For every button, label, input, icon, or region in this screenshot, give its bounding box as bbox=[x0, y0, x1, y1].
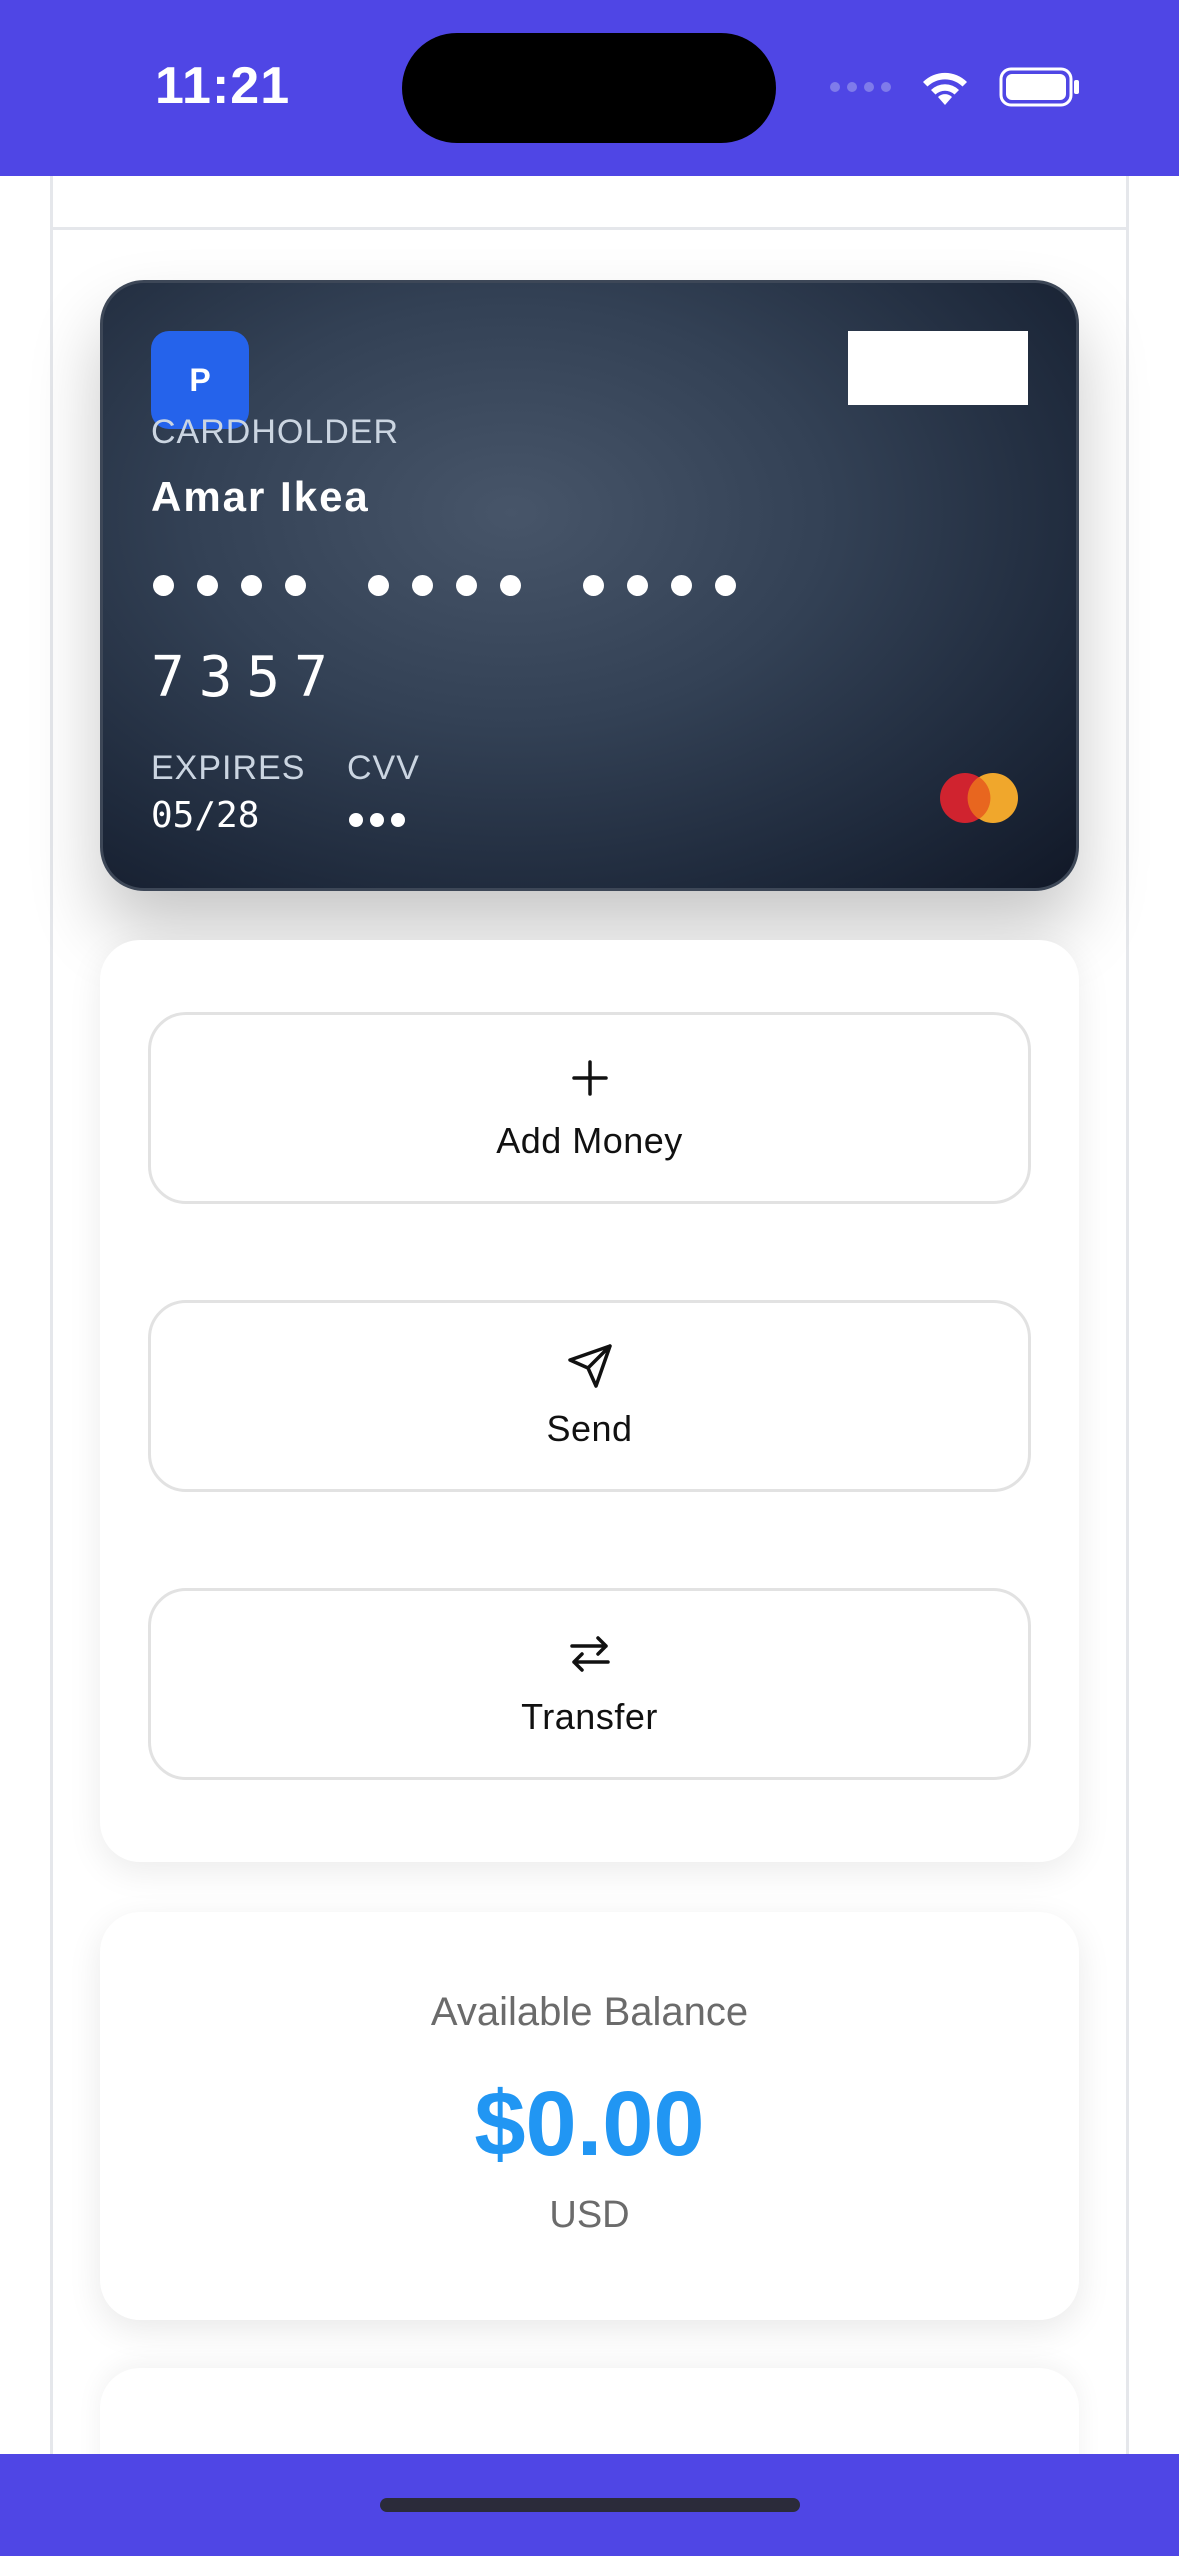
status-icons bbox=[830, 62, 1081, 112]
cardholder-name: Amar Ikea bbox=[151, 473, 370, 520]
add-money-button[interactable]: Add Money bbox=[148, 1012, 1031, 1204]
status-time: 11:21 bbox=[155, 57, 291, 115]
dynamic-island bbox=[402, 33, 776, 143]
send-label: Send bbox=[546, 1408, 633, 1449]
send-icon bbox=[566, 1342, 614, 1390]
cvv-masked bbox=[349, 813, 405, 827]
expires-value: 05/28 bbox=[151, 795, 260, 836]
home-indicator[interactable] bbox=[380, 2498, 800, 2512]
balance-amount: $0.00 bbox=[474, 2073, 705, 2175]
actions-panel: Add Money Send Transfer bbox=[100, 940, 1079, 1862]
transfer-label: Transfer bbox=[521, 1696, 658, 1737]
transfer-icon bbox=[566, 1630, 614, 1678]
card-last4: 7357 bbox=[151, 645, 342, 710]
mastercard-logo bbox=[940, 773, 1018, 823]
transfer-button[interactable]: Transfer bbox=[148, 1588, 1031, 1780]
battery-icon bbox=[999, 67, 1079, 107]
cvv-label: CVV bbox=[347, 749, 420, 787]
wifi-icon bbox=[923, 72, 967, 105]
cellular-signal-icon bbox=[830, 82, 891, 92]
home-indicator-area bbox=[0, 2454, 1179, 2556]
header-divider bbox=[53, 227, 1126, 230]
send-button[interactable]: Send bbox=[148, 1300, 1031, 1492]
balance-currency: USD bbox=[549, 2194, 630, 2236]
cardholder-label: CARDHOLDER bbox=[151, 413, 400, 451]
expires-label: EXPIRES bbox=[151, 749, 306, 787]
plus-icon bbox=[566, 1054, 614, 1102]
status-bar: 11:21 bbox=[0, 0, 1179, 176]
debit-card[interactable]: P CARDHOLDER Amar Ikea 7357 EXPIRES 05/2… bbox=[100, 280, 1079, 891]
balance-card: Available Balance $0.00 USD bbox=[100, 1912, 1079, 2320]
masked-card-number bbox=[153, 575, 736, 596]
add-money-label: Add Money bbox=[496, 1120, 683, 1161]
card-chip-placeholder bbox=[848, 331, 1028, 405]
balance-label: Available Balance bbox=[430, 1990, 749, 2034]
